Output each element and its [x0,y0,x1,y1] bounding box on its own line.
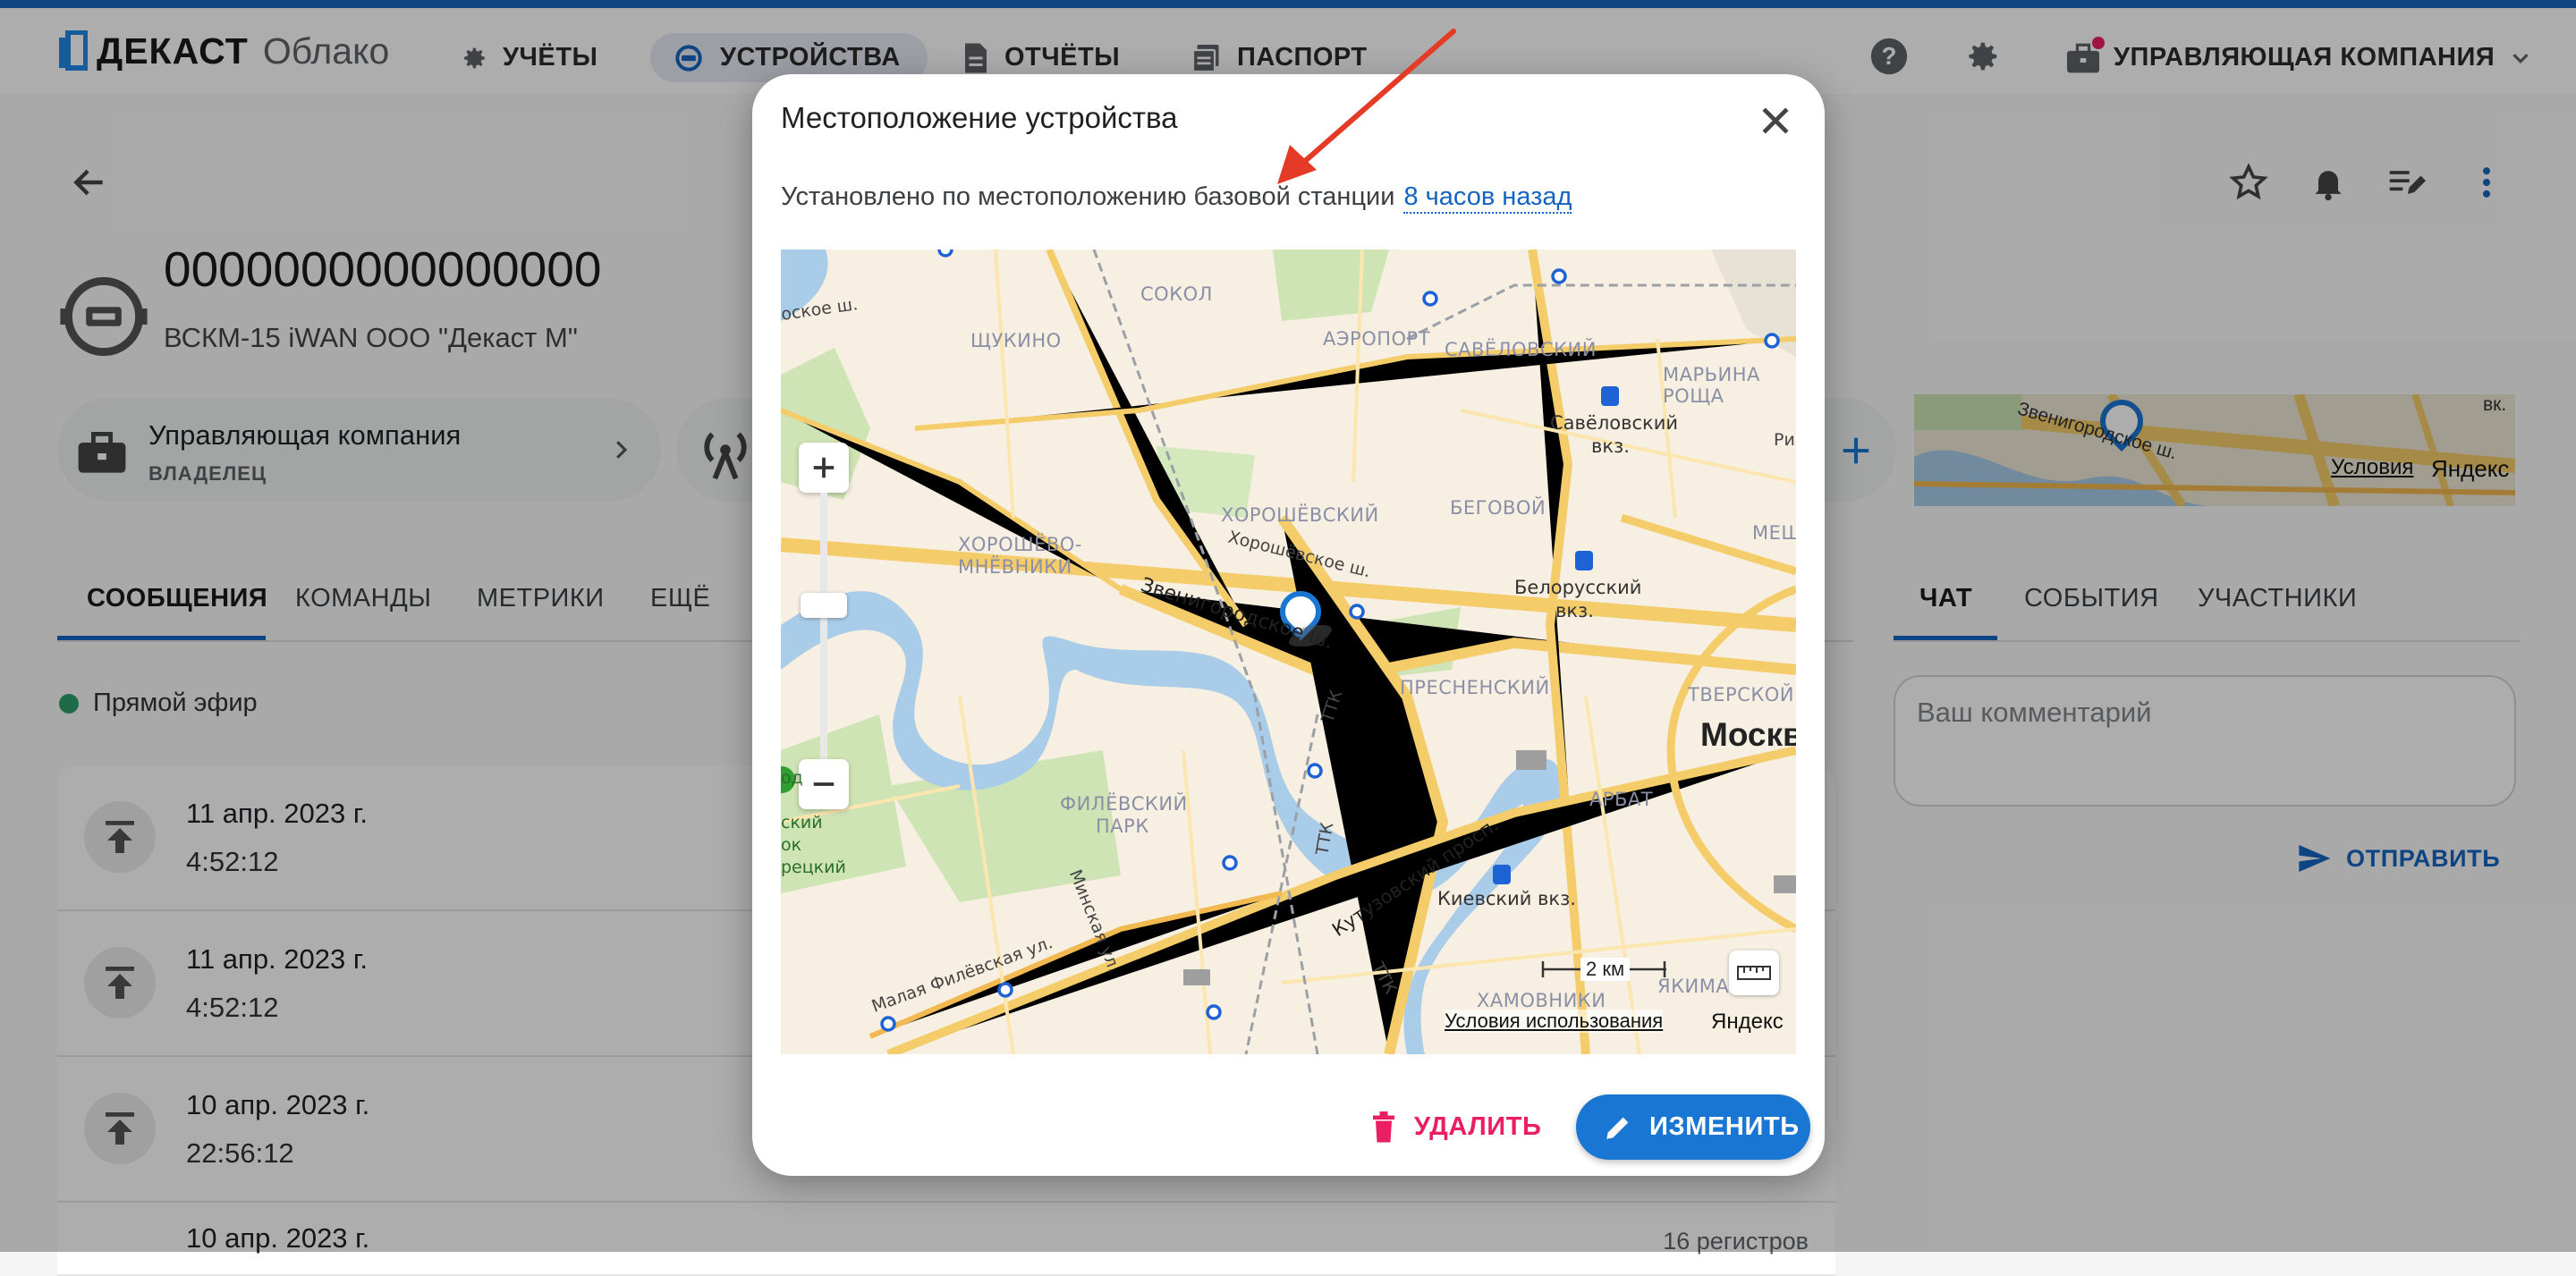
device-location-dialog: Местоположение устройства Установлено по… [752,74,1825,1176]
map-edge-labels: од ский ок рецкий [781,249,1796,1054]
edit-label: ИЗМЕНИТЬ [1649,1112,1800,1141]
map-scale-label: 2 км [1580,958,1631,981]
map-city-label: Москв [1700,716,1796,753]
map-terms-link[interactable]: Условия использования [1445,1010,1664,1033]
map-edge-label: ский [781,813,823,832]
edit-button[interactable]: ИЗМЕНИТЬ [1576,1094,1810,1160]
trash-icon [1369,1111,1398,1144]
map-edge-label: ок [781,835,802,855]
close-icon[interactable] [1756,101,1795,140]
location-map[interactable]: СОКОЛ АЭРОПОРТ САВЁЛОВСКИЙ МАРЬИНА РОЩА … [781,249,1796,1054]
annotation-arrow [1277,29,1456,184]
map-edge-label: од [781,768,803,788]
delete-label: УДАЛИТЬ [1414,1112,1542,1141]
map-brand: Яндекс [1711,1010,1784,1034]
ruler-button[interactable] [1729,951,1779,995]
pencil-icon [1603,1112,1633,1143]
map-scale-bar: 2 км [1541,958,1666,981]
map-edge-label: рецкий [781,858,846,877]
ruler-icon [1737,966,1771,980]
dialog-title: Местоположение устройства [781,101,1178,134]
delete-button[interactable]: УДАЛИТЬ [1369,1094,1541,1160]
